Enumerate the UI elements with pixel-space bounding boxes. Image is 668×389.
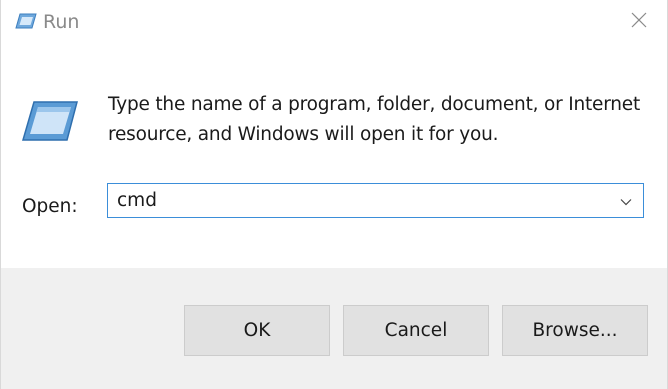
cancel-button[interactable]: Cancel	[343, 305, 489, 356]
dialog-content: Type the name of a program, folder, docu…	[1, 46, 667, 268]
browse-button[interactable]: Browse...	[502, 305, 648, 356]
button-bar: OK Cancel Browse...	[1, 268, 667, 389]
title-bar: Run	[1, 0, 667, 46]
close-button[interactable]	[625, 8, 653, 36]
instruction-line-1: Type the name of a program, folder, docu…	[108, 94, 641, 115]
open-combobox[interactable]	[107, 183, 644, 218]
dropdown-button[interactable]	[615, 184, 637, 217]
close-icon	[630, 11, 648, 33]
window-title: Run	[43, 11, 80, 33]
open-input[interactable]	[108, 184, 608, 217]
instruction-line-2: resource, and Windows will open it for y…	[108, 124, 499, 145]
instruction-text: Type the name of a program, folder, docu…	[108, 90, 653, 150]
run-icon	[21, 98, 79, 144]
open-label: Open:	[22, 196, 78, 217]
chevron-down-icon	[620, 191, 632, 210]
run-icon	[15, 12, 37, 30]
run-dialog: Run Type the name of a program, folder, …	[0, 0, 668, 389]
ok-button[interactable]: OK	[184, 305, 330, 356]
